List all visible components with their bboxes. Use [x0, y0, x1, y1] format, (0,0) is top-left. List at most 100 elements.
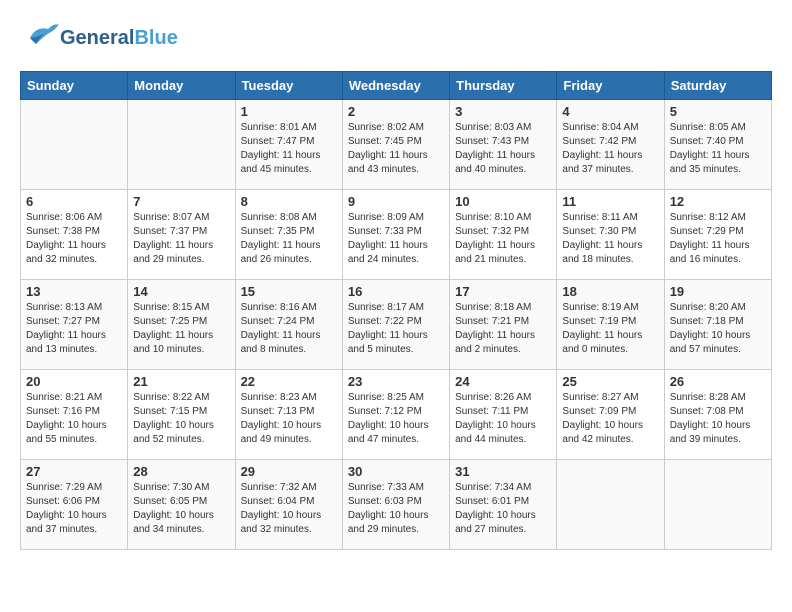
- calendar-cell: 7Sunrise: 8:07 AM Sunset: 7:37 PM Daylig…: [128, 190, 235, 280]
- day-info: Sunrise: 8:10 AM Sunset: 7:32 PM Dayligh…: [455, 211, 551, 267]
- logo-text: GeneralBlue: [60, 26, 178, 50]
- day-info: Sunrise: 8:15 AM Sunset: 7:25 PM Dayligh…: [133, 301, 229, 357]
- day-info: Sunrise: 8:09 AM Sunset: 7:33 PM Dayligh…: [348, 211, 444, 267]
- day-info: Sunrise: 8:28 AM Sunset: 7:08 PM Dayligh…: [670, 391, 766, 447]
- calendar-week-3: 13 Sunrise: 8:13 AM Sunset: 7:27 PM Dayli…: [21, 280, 772, 370]
- day-header-thursday: Thursday: [450, 72, 557, 100]
- calendar-cell: 17 Sunrise: 8:18 AM Sunset: 7:21 PM Dayli…: [450, 280, 557, 370]
- calendar-cell: 23 Sunrise: 8:25 AM Sunset: 7:12 PM Dayli…: [342, 370, 449, 460]
- day-info: Sunrise: 7:29 AM Sunset: 6:06 PM Dayligh…: [26, 481, 122, 537]
- calendar-cell: 12 Sunrise: 8:12 AM Sunset: 7:29 PM Dayli…: [664, 190, 771, 280]
- calendar-week-5: 27Sunrise: 7:29 AM Sunset: 6:06 PM Dayli…: [21, 460, 772, 550]
- calendar-cell: 29 Sunrise: 7:32 AM Sunset: 6:04 PM Dayli…: [235, 460, 342, 550]
- day-info: Sunrise: 8:13 AM Sunset: 7:27 PM Dayligh…: [26, 301, 122, 357]
- calendar-cell: 20Sunrise: 8:21 AM Sunset: 7:16 PM Dayli…: [21, 370, 128, 460]
- day-number: 8: [241, 194, 337, 209]
- day-info: Sunrise: 7:32 AM Sunset: 6:04 PM Dayligh…: [241, 481, 337, 537]
- day-number: 6: [26, 194, 122, 209]
- day-info: Sunrise: 8:08 AM Sunset: 7:35 PM Dayligh…: [241, 211, 337, 267]
- day-number: 12: [670, 194, 766, 209]
- page-header: GeneralBlue: [20, 20, 772, 55]
- day-number: 7: [133, 194, 229, 209]
- calendar-cell: 18Sunrise: 8:19 AM Sunset: 7:19 PM Dayli…: [557, 280, 664, 370]
- calendar-week-4: 20Sunrise: 8:21 AM Sunset: 7:16 PM Dayli…: [21, 370, 772, 460]
- day-number: 13: [26, 284, 122, 299]
- day-info: Sunrise: 7:33 AM Sunset: 6:03 PM Dayligh…: [348, 481, 444, 537]
- calendar-cell: 6 Sunrise: 8:06 AM Sunset: 7:38 PM Daylig…: [21, 190, 128, 280]
- day-number: 17: [455, 284, 551, 299]
- day-info: Sunrise: 8:23 AM Sunset: 7:13 PM Dayligh…: [241, 391, 337, 447]
- calendar-cell: 3 Sunrise: 8:03 AM Sunset: 7:43 PM Daylig…: [450, 100, 557, 190]
- day-number: 25: [562, 374, 658, 389]
- calendar-week-1: 1 Sunrise: 8:01 AM Sunset: 7:47 PM Daylig…: [21, 100, 772, 190]
- calendar-cell: 30 Sunrise: 7:33 AM Sunset: 6:03 PM Dayli…: [342, 460, 449, 550]
- day-number: 3: [455, 104, 551, 119]
- calendar-cell: 31 Sunrise: 7:34 AM Sunset: 6:01 PM Dayli…: [450, 460, 557, 550]
- day-info: Sunrise: 8:12 AM Sunset: 7:29 PM Dayligh…: [670, 211, 766, 267]
- day-number: 24: [455, 374, 551, 389]
- day-number: 11: [562, 194, 658, 209]
- day-number: 4: [562, 104, 658, 119]
- day-number: 19: [670, 284, 766, 299]
- calendar-cell: 22 Sunrise: 8:23 AM Sunset: 7:13 PM Dayli…: [235, 370, 342, 460]
- day-info: Sunrise: 8:26 AM Sunset: 7:11 PM Dayligh…: [455, 391, 551, 447]
- day-info: Sunrise: 8:01 AM Sunset: 7:47 PM Dayligh…: [241, 121, 337, 177]
- calendar-cell: 10 Sunrise: 8:10 AM Sunset: 7:32 PM Dayli…: [450, 190, 557, 280]
- day-number: 22: [241, 374, 337, 389]
- day-info: Sunrise: 7:30 AM Sunset: 6:05 PM Dayligh…: [133, 481, 229, 537]
- day-number: 23: [348, 374, 444, 389]
- day-info: Sunrise: 7:34 AM Sunset: 6:01 PM Dayligh…: [455, 481, 551, 537]
- calendar-week-2: 6 Sunrise: 8:06 AM Sunset: 7:38 PM Daylig…: [21, 190, 772, 280]
- day-header-saturday: Saturday: [664, 72, 771, 100]
- header-row: SundayMondayTuesdayWednesdayThursdayFrid…: [21, 72, 772, 100]
- day-number: 9: [348, 194, 444, 209]
- day-number: 16: [348, 284, 444, 299]
- calendar-cell: 11Sunrise: 8:11 AM Sunset: 7:30 PM Dayli…: [557, 190, 664, 280]
- calendar-cell: 26Sunrise: 8:28 AM Sunset: 7:08 PM Dayli…: [664, 370, 771, 460]
- calendar-cell: [128, 100, 235, 190]
- calendar-cell: 4 Sunrise: 8:04 AM Sunset: 7:42 PM Daylig…: [557, 100, 664, 190]
- calendar-cell: 2 Sunrise: 8:02 AM Sunset: 7:45 PM Daylig…: [342, 100, 449, 190]
- logo: GeneralBlue: [20, 20, 178, 55]
- day-number: 10: [455, 194, 551, 209]
- day-number: 1: [241, 104, 337, 119]
- day-number: 31: [455, 464, 551, 479]
- day-info: Sunrise: 8:05 AM Sunset: 7:40 PM Dayligh…: [670, 121, 766, 177]
- calendar-cell: [21, 100, 128, 190]
- day-number: 20: [26, 374, 122, 389]
- calendar-body: 1 Sunrise: 8:01 AM Sunset: 7:47 PM Daylig…: [21, 100, 772, 550]
- day-header-monday: Monday: [128, 72, 235, 100]
- calendar-cell: 21 Sunrise: 8:22 AM Sunset: 7:15 PM Dayli…: [128, 370, 235, 460]
- day-info: Sunrise: 8:16 AM Sunset: 7:24 PM Dayligh…: [241, 301, 337, 357]
- logo-icon: [24, 20, 60, 50]
- calendar-cell: 24 Sunrise: 8:26 AM Sunset: 7:11 PM Dayli…: [450, 370, 557, 460]
- calendar-cell: 5Sunrise: 8:05 AM Sunset: 7:40 PM Daylig…: [664, 100, 771, 190]
- day-info: Sunrise: 8:18 AM Sunset: 7:21 PM Dayligh…: [455, 301, 551, 357]
- day-info: Sunrise: 8:06 AM Sunset: 7:38 PM Dayligh…: [26, 211, 122, 267]
- day-number: 30: [348, 464, 444, 479]
- day-number: 15: [241, 284, 337, 299]
- day-header-wednesday: Wednesday: [342, 72, 449, 100]
- calendar-header: SundayMondayTuesdayWednesdayThursdayFrid…: [21, 72, 772, 100]
- day-number: 21: [133, 374, 229, 389]
- calendar-cell: 27Sunrise: 7:29 AM Sunset: 6:06 PM Dayli…: [21, 460, 128, 550]
- day-info: Sunrise: 8:03 AM Sunset: 7:43 PM Dayligh…: [455, 121, 551, 177]
- calendar-cell: 1 Sunrise: 8:01 AM Sunset: 7:47 PM Daylig…: [235, 100, 342, 190]
- day-info: Sunrise: 8:20 AM Sunset: 7:18 PM Dayligh…: [670, 301, 766, 357]
- day-info: Sunrise: 8:19 AM Sunset: 7:19 PM Dayligh…: [562, 301, 658, 357]
- day-number: 29: [241, 464, 337, 479]
- calendar-cell: 19 Sunrise: 8:20 AM Sunset: 7:18 PM Dayli…: [664, 280, 771, 370]
- day-number: 14: [133, 284, 229, 299]
- day-info: Sunrise: 8:25 AM Sunset: 7:12 PM Dayligh…: [348, 391, 444, 447]
- day-info: Sunrise: 8:22 AM Sunset: 7:15 PM Dayligh…: [133, 391, 229, 447]
- day-number: 2: [348, 104, 444, 119]
- day-info: Sunrise: 8:04 AM Sunset: 7:42 PM Dayligh…: [562, 121, 658, 177]
- day-info: Sunrise: 8:27 AM Sunset: 7:09 PM Dayligh…: [562, 391, 658, 447]
- day-number: 28: [133, 464, 229, 479]
- calendar-cell: 25 Sunrise: 8:27 AM Sunset: 7:09 PM Dayli…: [557, 370, 664, 460]
- day-info: Sunrise: 8:02 AM Sunset: 7:45 PM Dayligh…: [348, 121, 444, 177]
- day-header-sunday: Sunday: [21, 72, 128, 100]
- calendar-cell: 8 Sunrise: 8:08 AM Sunset: 7:35 PM Daylig…: [235, 190, 342, 280]
- calendar-cell: 16Sunrise: 8:17 AM Sunset: 7:22 PM Dayli…: [342, 280, 449, 370]
- day-header-friday: Friday: [557, 72, 664, 100]
